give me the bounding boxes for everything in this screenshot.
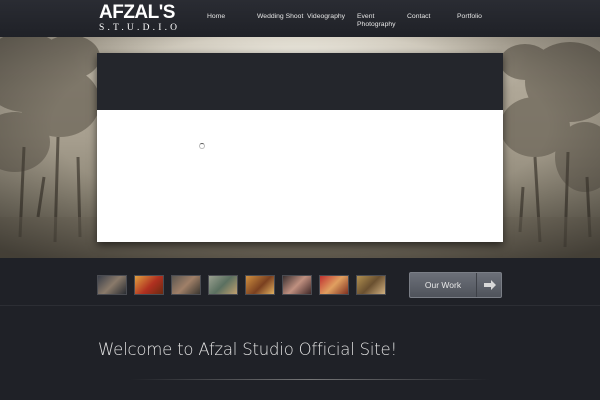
nav-item-wedding-shoot[interactable]: Wedding Shoot (257, 13, 303, 21)
nav-item-videography[interactable]: Videography (307, 13, 345, 21)
welcome-heading: Welcome to Afzal Studio Official Site! (98, 340, 397, 359)
thumbnail-2[interactable] (134, 275, 164, 295)
nav-item-contact[interactable]: Contact (407, 13, 430, 21)
logo-title: AFZAL'S (99, 2, 175, 23)
slider-top-band (97, 53, 503, 110)
site-header: AFZAL'S S.T.U.D.I.O Home Wedding Shoot V… (0, 0, 600, 37)
thumbnail-6[interactable] (282, 275, 312, 295)
thumbnail-1[interactable] (97, 275, 127, 295)
thumbnail-7[interactable] (319, 275, 349, 295)
logo-tagline: S.T.U.D.I.O (99, 23, 181, 33)
logo[interactable]: AFZAL'S S.T.U.D.I.O (99, 3, 177, 35)
heading-underline (130, 379, 490, 380)
our-work-button[interactable]: Our Work (409, 272, 502, 298)
section-divider (0, 305, 600, 306)
nav-item-home[interactable]: Home (207, 13, 225, 21)
thumbnail-4[interactable] (208, 275, 238, 295)
loading-spinner-icon (199, 143, 205, 149)
slider-content (97, 110, 503, 242)
nav-item-event-photography[interactable]: Event Photography (357, 13, 397, 29)
thumbnail-5[interactable] (245, 275, 275, 295)
our-work-label: Our Work (424, 280, 462, 290)
image-slider[interactable] (97, 53, 503, 242)
thumbnail-3[interactable] (171, 275, 201, 295)
nav-item-portfolio[interactable]: Portfolio (457, 13, 482, 21)
thumbnail-8[interactable] (356, 275, 386, 295)
arrow-right-icon (477, 273, 502, 297)
